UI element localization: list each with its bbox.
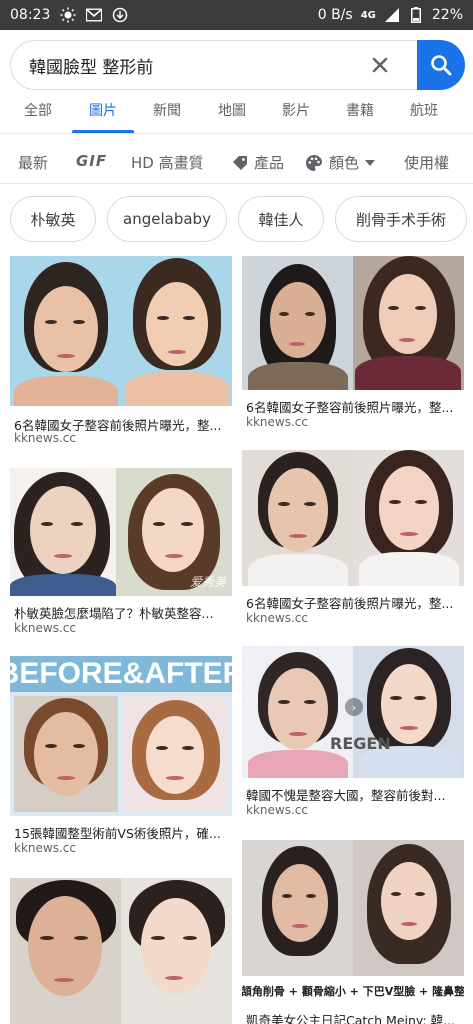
result-site: kknews.cc [246, 611, 308, 625]
image-result[interactable] [10, 878, 232, 1024]
chip-related-search[interactable]: 韓佳人 [238, 196, 324, 242]
chip-related-search[interactable]: 削骨手术手術 [335, 196, 467, 242]
tab-videos[interactable]: 影片 [282, 100, 310, 120]
result-title: 韓國不愧是整容大國，整容前後對... [246, 788, 446, 803]
result-thumbnail[interactable]: 下頷角削骨 + 顴骨縮小 + 下巴V型臉 + 隆鼻整形 [242, 840, 464, 1006]
result-title: 6名韓國女子整容前後照片曝光，整... [246, 596, 454, 611]
image-result[interactable]: › REGEN 韓國不愧是整容大國，整容前後對... kknews.cc [242, 646, 464, 826]
close-icon [372, 57, 388, 73]
tab-news[interactable]: 新聞 [153, 100, 181, 120]
result-thumbnail[interactable]: BEFORE&AFTER [10, 656, 232, 816]
clear-button[interactable] [365, 50, 395, 80]
after-photo [121, 256, 232, 406]
search-button[interactable] [417, 40, 465, 90]
search-query: 韓國臉型 整形前 [29, 57, 154, 78]
tool-color-label: 顏色 [329, 154, 360, 172]
before-photo [242, 646, 353, 778]
status-bar: 08:23 0 B/s 4G 22% [0, 0, 473, 30]
chip-related-search[interactable]: angelababy [107, 196, 227, 242]
tab-images[interactable]: 圖片 [89, 100, 117, 120]
network-speed: 0 B/s [317, 7, 353, 23]
result-site: kknews.cc [14, 431, 76, 445]
before-photo [10, 468, 116, 596]
related-searches: 朴敏英 angelababy 韓佳人 削骨手术手術 [0, 196, 473, 244]
image-watermark: 爱秀美 [189, 575, 226, 589]
tool-usage-rights[interactable]: 使用權 [404, 152, 449, 173]
tool-color[interactable]: 顏色 [305, 152, 376, 173]
result-title: 6名韓國女子整容前後照片曝光，整... [246, 400, 454, 415]
before-after-banner: BEFORE&AFTER [10, 656, 232, 692]
tag-icon [233, 155, 247, 170]
dropdown-arrow-icon [365, 159, 376, 166]
after-photo [121, 878, 232, 1024]
result-site: kknews.cc [14, 621, 76, 635]
image-caption: 下頷角削骨 + 顴骨縮小 + 下巴V型臉 + 隆鼻整形 [242, 976, 464, 1006]
image-result[interactable]: 下頷角削骨 + 顴骨縮小 + 下巴V型臉 + 隆鼻整形 凱奇美女公主日記Catc… [242, 840, 464, 1024]
image-watermark: REGEN [330, 734, 391, 753]
image-result[interactable]: BEFORE&AFTER 15張韓國整型術前VS術後照片，確... kknews… [10, 656, 232, 856]
image-result[interactable]: 6名韓國女子整容前後照片曝光，整... kknews.cc [10, 256, 232, 445]
image-result[interactable]: 6名韓國女子整容前後照片曝光，整... kknews.cc [242, 256, 464, 436]
tool-product[interactable]: 產品 [232, 152, 284, 173]
result-thumbnail[interactable] [242, 256, 464, 390]
before-photo [10, 256, 121, 406]
before-photo [242, 840, 353, 976]
result-site: kknews.cc [14, 841, 76, 855]
tab-maps[interactable]: 地圖 [218, 100, 246, 120]
before-photo [242, 256, 353, 390]
result-thumbnail[interactable]: 爱秀美 [10, 468, 232, 596]
tab-all[interactable]: 全部 [24, 100, 52, 120]
tab-flights[interactable]: 航班 [410, 100, 438, 120]
download-icon [112, 7, 128, 23]
active-tab-indicator [72, 130, 134, 133]
chip-related-search[interactable]: 朴敏英 [10, 196, 96, 242]
battery-icon [408, 7, 424, 23]
tab-books[interactable]: 書籍 [346, 100, 374, 120]
signal-icon [384, 7, 400, 23]
before-photo [10, 878, 121, 1024]
result-thumbnail[interactable] [242, 450, 464, 586]
result-site: kknews.cc [246, 415, 308, 429]
result-thumbnail[interactable] [10, 256, 232, 406]
after-photo: 爱秀美 [116, 468, 232, 596]
network-type: 4G [360, 9, 376, 21]
next-arrow-icon: › [345, 698, 363, 716]
gmail-icon [86, 7, 103, 23]
tool-gif[interactable]: GIF [76, 152, 107, 170]
search-tabs: 全部 圖片 新聞 地圖 影片 書籍 航班 [0, 96, 473, 134]
image-result[interactable]: 爱秀美 朴敏英臉怎麼塌陷了？朴敏英整容... kknews.cc [10, 468, 232, 638]
after-photo [353, 646, 464, 778]
result-thumbnail[interactable]: › REGEN [242, 646, 464, 778]
after-photo [124, 696, 228, 812]
search-input[interactable]: 韓國臉型 整形前 [10, 40, 425, 90]
result-title: 朴敏英臉怎麼塌陷了？朴敏英整容... [14, 606, 214, 621]
tool-newest[interactable]: 最新 [18, 152, 48, 173]
brightness-icon [60, 7, 76, 23]
battery-level: 22% [431, 7, 463, 23]
before-photo [14, 696, 118, 812]
result-thumbnail[interactable] [10, 878, 232, 1024]
tool-hd[interactable]: HD 高畫質 [131, 152, 204, 173]
search-icon [431, 55, 452, 76]
search-bar: 韓國臉型 整形前 [10, 40, 465, 90]
result-title: 15張韓國整型術前VS術後照片，確... [14, 826, 221, 841]
after-photo [353, 450, 464, 586]
result-site: kknews.cc [246, 803, 308, 817]
after-photo [353, 840, 464, 976]
image-result[interactable]: 6名韓國女子整容前後照片曝光，整... kknews.cc [242, 450, 464, 630]
result-title: 凱奇美女公主日記Catch Meiny: 韓... [246, 1013, 456, 1024]
tool-product-label: 產品 [254, 154, 285, 172]
image-tools: 最新 GIF HD 高畫質 產品 顏色 使用權 [0, 144, 473, 184]
before-photo [242, 450, 353, 586]
status-time: 08:23 [10, 7, 51, 23]
palette-icon [306, 154, 322, 171]
after-photo [353, 256, 464, 390]
